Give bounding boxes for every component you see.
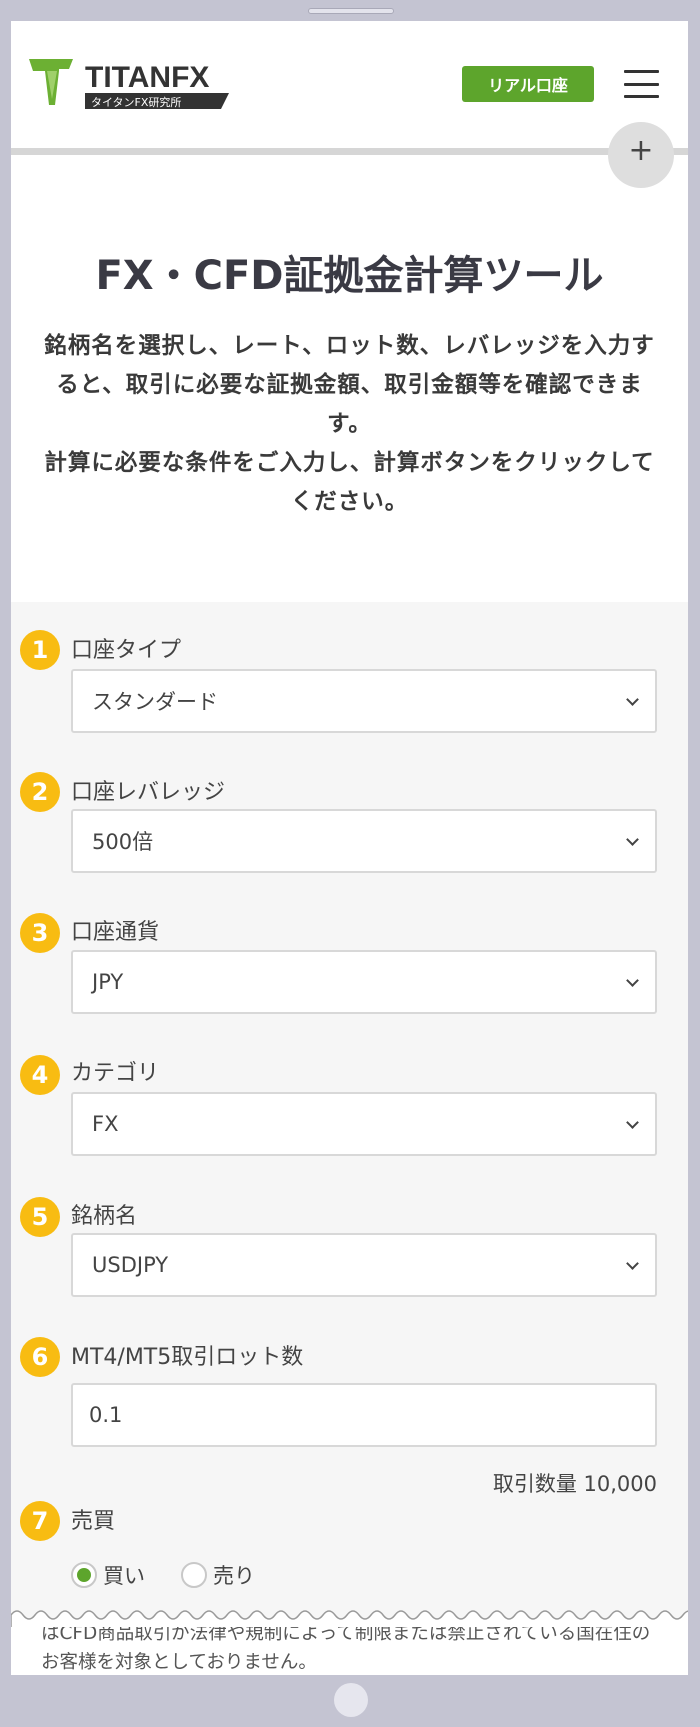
plus-icon[interactable]: +: [608, 122, 674, 188]
sell-label[interactable]: 売り: [213, 1560, 255, 1590]
page-title: FX・CFD証拠金計算ツール: [95, 253, 604, 299]
hamburger-icon[interactable]: [624, 70, 659, 98]
account-leverage-label: 口座レバレッジ: [71, 780, 226, 805]
step-badge-2: 2: [20, 772, 60, 812]
lot-size-label: MT4/MT5取引ロット数: [71, 1345, 304, 1370]
description-line-1: 銘柄名を選択し、レート、ロット数、レバレッジを入力すると、取引に必要な証拠金額、…: [44, 333, 655, 437]
home-button[interactable]: [334, 1683, 368, 1717]
buy-sell-label: 売買: [71, 1509, 116, 1534]
symbol-value: USDJPY: [92, 1253, 169, 1277]
account-type-value: スタンダード: [92, 690, 218, 714]
buy-label[interactable]: 買い: [103, 1560, 145, 1590]
account-type-label: 口座タイプ: [71, 638, 182, 663]
chevron-down-icon: [626, 1116, 639, 1129]
intro-section: FX・CFD証拠金計算ツール 銘柄名を選択し、レート、ロット数、レバレッジを入力…: [11, 155, 688, 602]
symbol-label: 銘柄名: [71, 1204, 138, 1229]
step-badge-3: 3: [20, 913, 60, 953]
real-account-button[interactable]: リアル口座: [462, 66, 594, 102]
step-badge-1: 1: [20, 630, 60, 670]
step-badge-5: 5: [20, 1197, 60, 1237]
lot-size-input[interactable]: [71, 1383, 657, 1447]
phone-screen: TITANFX タイタンFX研究所 リアル口座 FX・CFD証拠金計算ツール 銘…: [11, 21, 688, 1675]
chevron-down-icon: [626, 974, 639, 987]
device-top-slot: [308, 8, 394, 14]
category-value: FX: [92, 1112, 119, 1136]
header-divider: [11, 148, 688, 155]
footer-note-text: はCFD商品取引が法律や規制によって制限または禁止されている国在住のお客様を対象…: [41, 1627, 651, 1673]
step-badge-6: 6: [20, 1337, 60, 1377]
symbol-select[interactable]: USDJPY: [71, 1233, 657, 1297]
category-select[interactable]: FX: [71, 1092, 657, 1156]
titanfx-logo[interactable]: TITANFX タイタンFX研究所: [29, 55, 269, 115]
step-badge-4: 4: [20, 1055, 60, 1095]
account-currency-value: JPY: [92, 970, 124, 994]
account-leverage-value: 500倍: [92, 830, 154, 854]
intro-description: 銘柄名を選択し、レート、ロット数、レバレッジを入力すると、取引に必要な証拠金額、…: [41, 327, 658, 522]
chevron-down-icon: [626, 1257, 639, 1270]
description-line-2: 計算に必要な条件をご入力し、計算ボタンをクリックしてください。: [44, 450, 655, 515]
account-leverage-select[interactable]: 500倍: [71, 809, 657, 873]
trade-volume-text: 取引数量 10,000: [492, 1472, 657, 1496]
site-header: TITANFX タイタンFX研究所 リアル口座: [11, 21, 688, 148]
account-currency-select[interactable]: JPY: [71, 950, 657, 1014]
step-badge-7: 7: [20, 1501, 60, 1541]
logo-wordmark: TITANFX: [85, 61, 209, 94]
sell-radio[interactable]: [181, 1562, 207, 1588]
account-currency-label: 口座通貨: [71, 920, 160, 945]
logo-subtext: タイタンFX研究所: [91, 95, 181, 109]
category-label: カテゴリ: [71, 1061, 160, 1086]
chevron-down-icon: [626, 833, 639, 846]
account-type-select[interactable]: スタンダード: [71, 669, 657, 733]
buy-radio[interactable]: [71, 1562, 97, 1588]
chevron-down-icon: [626, 693, 639, 706]
buy-sell-radio-group: 買い 売り: [71, 1560, 291, 1590]
footer-disclaimer: はCFD商品取引が法律や規制によって制限または禁止されている国在住のお客様を対象…: [11, 1627, 688, 1675]
